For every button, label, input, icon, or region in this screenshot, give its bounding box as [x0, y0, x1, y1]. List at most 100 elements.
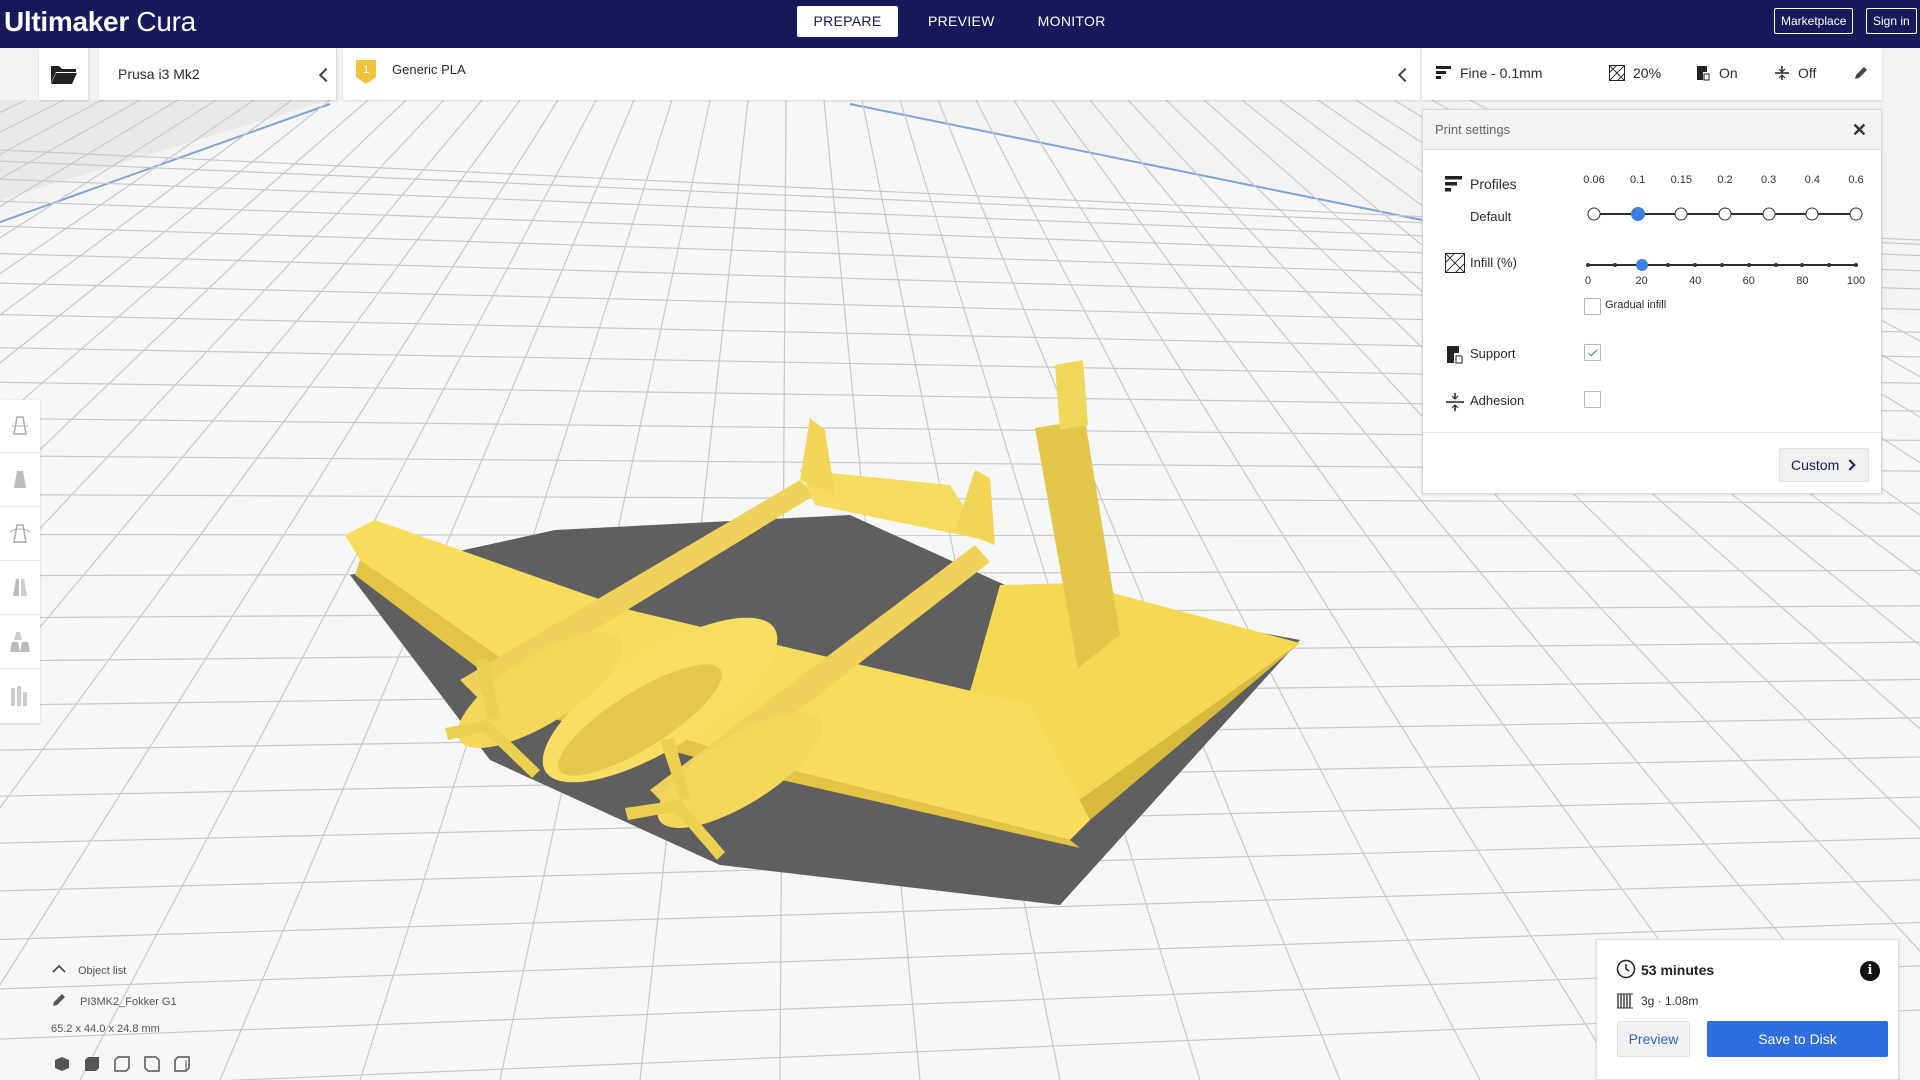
infill-slider-tick	[1827, 263, 1832, 267]
scale-tool-icon	[14, 471, 26, 488]
support-label: Support	[1470, 346, 1516, 361]
tab-prepare[interactable]: PREPARE	[797, 6, 898, 37]
gradual-infill-label: Gradual infill	[1605, 299, 1667, 311]
rotate-tool-icon	[9, 524, 31, 543]
profile-tick-label: 0.06	[1583, 174, 1605, 186]
support-blocker-icon	[11, 686, 27, 706]
chevron-right-icon	[1844, 459, 1856, 471]
header-bar: Ultimaker Cura PREPARE PREVIEW MONITOR M…	[0, 0, 1920, 48]
adhesion-checkbox[interactable]	[1584, 391, 1601, 408]
profile-slider-knob[interactable]	[1762, 207, 1776, 221]
custom-settings-button[interactable]: Custom	[1779, 448, 1869, 482]
chevron-up-icon[interactable]	[52, 964, 66, 974]
gradual-infill-checkbox[interactable]	[1584, 298, 1601, 315]
marketplace-button[interactable]: Marketplace	[1774, 8, 1854, 34]
svg-text:1: 1	[363, 64, 369, 76]
folder-icon	[51, 66, 77, 84]
clock-icon	[1616, 959, 1636, 979]
object-dimensions: 65.2 x 44.0 x 24.8 mm	[51, 1023, 160, 1035]
infill-slider-tick	[1800, 263, 1805, 267]
per-model-settings-icon	[10, 632, 30, 652]
profile-summary-label: Fine - 0.1mm	[1460, 65, 1543, 81]
build-volume-blue-edge-right	[849, 103, 1423, 221]
profile-tick-label: 0.15	[1670, 174, 1693, 186]
infill-summary: 20%	[1609, 65, 1661, 81]
profile-tick-label: 0.4	[1804, 174, 1820, 186]
chevron-left-icon	[1397, 67, 1413, 83]
top-view-icon[interactable]	[114, 1056, 130, 1072]
custom-button-label: Custom	[1791, 457, 1840, 473]
print-settings-title: Print settings	[1435, 122, 1511, 137]
profile-slider-knob[interactable]	[1630, 207, 1645, 221]
mirror-tool-icon	[13, 579, 27, 596]
brand-light: Cura	[128, 6, 196, 37]
adhesion-summary-label: Off	[1798, 65, 1817, 81]
front-view-icon[interactable]	[84, 1056, 100, 1072]
infill-tick-label: 80	[1796, 275, 1809, 287]
infill-slider-tick	[1612, 263, 1617, 267]
brand-bold: Ultimaker	[4, 6, 129, 37]
view-orientation-buttons	[54, 1056, 190, 1072]
profile-slider-knob[interactable]	[1674, 207, 1688, 221]
infill-slider-knob[interactable]	[1635, 259, 1648, 271]
support-icon	[1697, 66, 1710, 81]
3d-view-icon[interactable]	[54, 1056, 70, 1072]
tab-monitor[interactable]: MONITOR	[1018, 6, 1116, 37]
airplane-model[interactable]	[345, 360, 1300, 860]
printer-selector[interactable]: Prusa i3 Mk2	[99, 48, 337, 100]
extruder-badge-icon: 1	[356, 60, 376, 84]
support-summary-label: On	[1719, 65, 1738, 81]
infill-label: Infill (%)	[1470, 255, 1517, 270]
adhesion-icon	[1446, 393, 1464, 411]
support-icon	[1447, 346, 1463, 364]
print-time: 53 minutes	[1641, 962, 1715, 978]
infill-slider-tick	[1586, 263, 1590, 267]
support-blocker-tool[interactable]	[0, 670, 40, 723]
right-view-icon[interactable]	[174, 1056, 190, 1072]
adhesion-summary: Off	[1774, 65, 1816, 81]
profile-icon	[1436, 66, 1451, 79]
info-icon[interactable]: i	[1860, 961, 1880, 981]
app-logo: Ultimaker Cura	[4, 6, 196, 38]
material-selector[interactable]: 1 Generic PLA	[343, 48, 1420, 100]
printer-name: Prusa i3 Mk2	[118, 66, 200, 82]
model-shadow	[350, 515, 1300, 905]
print-settings-summary[interactable]: Fine - 0.1mm 20% On Off	[1422, 48, 1882, 100]
support-checkbox[interactable]	[1584, 344, 1601, 361]
object-name[interactable]: PI3MK2_Fokker G1	[80, 996, 177, 1008]
rotate-tool[interactable]	[0, 508, 40, 561]
print-settings-panel: Print settings ✕ Profiles Default 0.06 0.…	[1422, 109, 1882, 494]
move-tool[interactable]	[0, 400, 40, 453]
open-file-button[interactable]	[39, 48, 89, 100]
build-volume-blue-edge-left	[0, 103, 331, 223]
profile-slider-knob[interactable]	[1805, 207, 1819, 221]
scale-tool[interactable]	[0, 454, 40, 507]
infill-slider-tick	[1746, 263, 1751, 267]
save-to-disk-button[interactable]: Save to Disk	[1707, 1021, 1888, 1057]
pencil-icon[interactable]	[1854, 66, 1868, 80]
profile-slider-knob[interactable]	[1849, 207, 1863, 221]
profile-slider-knob[interactable]	[1718, 207, 1732, 221]
object-list: Object list PI3MK2_Fokker G1 65.2 x 44.0…	[50, 960, 330, 1075]
support-summary: On	[1695, 65, 1738, 81]
mirror-tool[interactable]	[0, 562, 40, 615]
adhesion-label: Adhesion	[1470, 393, 1525, 408]
infill-tick-label: 0	[1584, 275, 1592, 287]
close-icon[interactable]: ✕	[1852, 121, 1867, 139]
adhesion-icon	[1775, 66, 1789, 80]
transform-toolbar	[0, 400, 40, 723]
object-list-header[interactable]: Object list	[78, 965, 126, 977]
per-model-settings-tool[interactable]	[0, 616, 40, 669]
pencil-icon[interactable]	[52, 993, 66, 1007]
profile-slider-knob[interactable]	[1587, 207, 1601, 221]
print-estimate-panel: 53 minutes i 3g · 1.08m Preview Save to …	[1596, 939, 1899, 1080]
build-volume-edge	[0, 100, 330, 200]
profile-tick-label: 0.3	[1761, 174, 1777, 186]
panel-divider	[1423, 432, 1881, 433]
tab-preview[interactable]: PREVIEW	[898, 6, 1018, 37]
spool-icon	[1617, 993, 1633, 1009]
infill-slider-tick	[1773, 263, 1778, 267]
preview-button[interactable]: Preview	[1617, 1021, 1690, 1057]
sign-in-button[interactable]: Sign in	[1866, 8, 1917, 34]
left-view-icon[interactable]	[144, 1056, 160, 1072]
